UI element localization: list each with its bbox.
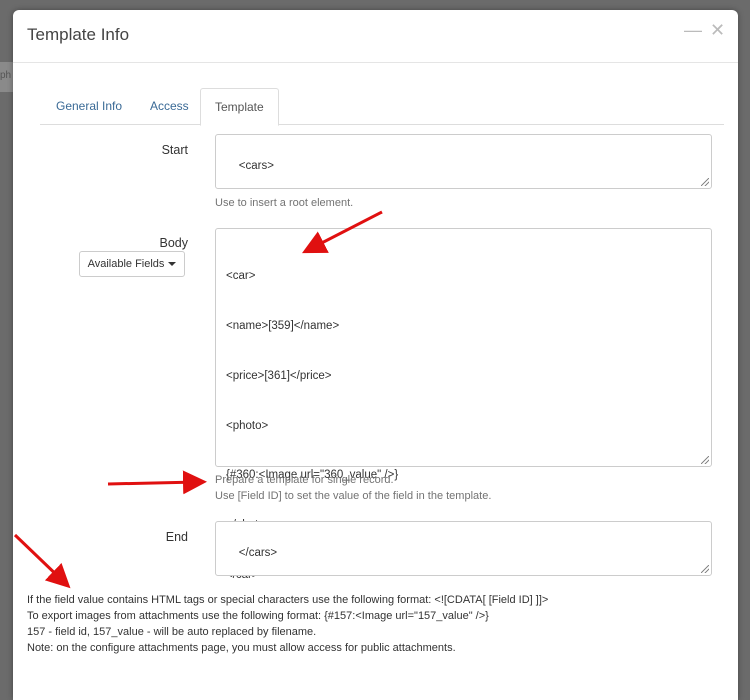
arrow-to-body-help (107, 470, 207, 495)
annotation-arrows (13, 210, 383, 589)
arrow-to-name-field (301, 210, 383, 254)
arrow-to-notes (13, 533, 71, 589)
